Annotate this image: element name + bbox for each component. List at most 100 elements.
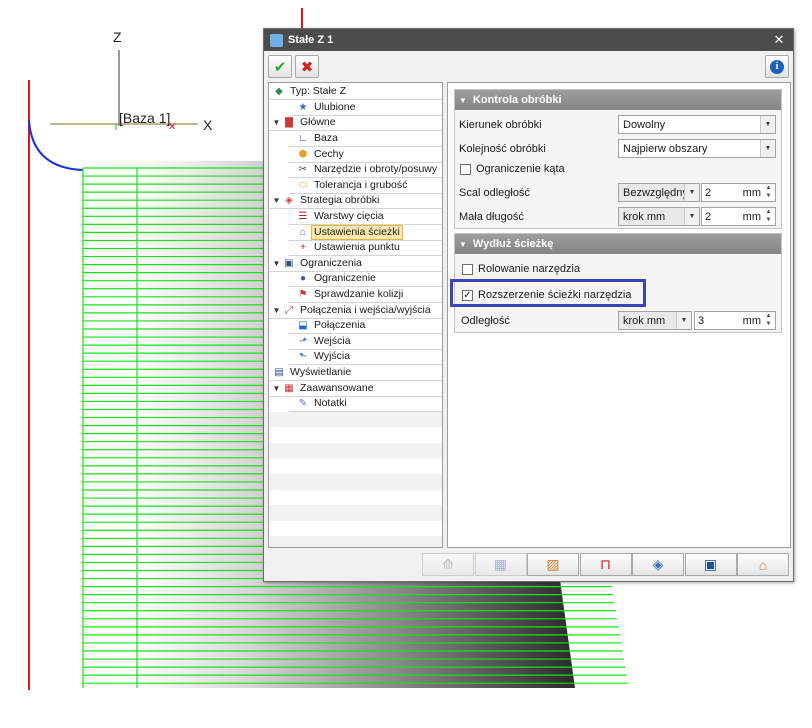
spin-arrows-icon[interactable]: ▲ ▼: [763, 312, 774, 329]
tree-item-limits[interactable]: ▼ ▣ Ograniczenia: [269, 256, 442, 272]
dialog-title: Stałe Z 1: [288, 34, 334, 46]
calculator-button[interactable]: ▦: [474, 553, 527, 576]
tree-item-star[interactable]: ★ Ulubione: [269, 100, 442, 116]
display-icon: ▤: [274, 367, 284, 379]
section-kontrola-header[interactable]: ▼ Kontrola obróbki: [455, 90, 781, 110]
simulate-button[interactable]: ◈: [632, 553, 684, 576]
path-icon: ⊓: [600, 556, 611, 572]
tree-item-label: Ograniczenie: [314, 272, 376, 285]
tree-item-axis[interactable]: ∟ Baza: [269, 131, 442, 147]
expand-caret-icon[interactable]: ▼: [272, 384, 281, 393]
tree-item-display[interactable]: ▤ Wyświetlanie: [269, 365, 442, 381]
kierunek-select[interactable]: Dowolny ▼: [618, 115, 776, 134]
mala-value-input[interactable]: 2 mm ▲ ▼: [701, 207, 776, 226]
tree-item-label: Cechy: [314, 147, 344, 160]
kolejnosc-select[interactable]: Najpierw obszary ▼: [618, 139, 776, 158]
tree-item-label: Wyjścia: [314, 350, 351, 363]
odleglosc-mode-select[interactable]: krok mm ▼: [618, 311, 692, 330]
rolowanie-label: Rolowanie narzędzia: [478, 263, 581, 275]
tree-item-type[interactable]: ◆ Typ: Stałe Z: [269, 84, 442, 100]
expand-caret-icon[interactable]: ▼: [272, 118, 281, 127]
ograniczenie-checkbox[interactable]: [460, 164, 471, 175]
scal-value: 2: [705, 186, 712, 199]
section-wydluz-title: Wydłuż ścieżkę: [472, 238, 554, 250]
rolowanie-checkbox[interactable]: [462, 264, 473, 275]
info-button[interactable]: i: [765, 55, 789, 78]
scal-unit: mm: [742, 186, 761, 199]
chevron-down-icon: ▼: [760, 140, 775, 157]
spin-arrows-icon[interactable]: ▲ ▼: [763, 208, 774, 225]
expand-caret-icon[interactable]: ▼: [272, 259, 281, 268]
features-icon: ⬢: [298, 148, 308, 160]
notes-icon: ✎: [298, 398, 308, 410]
home-button[interactable]: ⌂: [737, 553, 789, 576]
edit-button[interactable]: ▨: [527, 553, 579, 576]
home-icon: ⌂: [758, 556, 768, 573]
tree-item-label: Notatki: [314, 397, 347, 410]
section-kontrola: ▼ Kontrola obróbki Kierunek obróbki Dowo…: [454, 89, 782, 229]
tree-item-label: Zaawansowane: [300, 381, 374, 394]
tree-item-notes[interactable]: ✎ Notatki: [269, 396, 442, 412]
odleglosc-value-input[interactable]: 3 mm ▲ ▼: [694, 311, 776, 330]
tree-item-tool[interactable]: ✂ Narzędzie i obroty/posuwy: [269, 162, 442, 178]
collapse-icon: ▼: [459, 239, 467, 249]
tree-item-tolerance[interactable]: ⬭ Tolerancja i grubość: [269, 178, 442, 194]
tree-item-label: Ulubione: [314, 100, 356, 113]
mala-mode-select[interactable]: krok mm ▼: [618, 207, 700, 226]
odleglosc-value: 3: [698, 314, 705, 327]
kierunek-value: Dowolny: [623, 118, 666, 131]
section-wydluz-header[interactable]: ▼ Wydłuż ścieżkę: [455, 234, 781, 254]
tree-empty-row: [269, 489, 442, 506]
tree-item-label: Warstwy cięcia: [314, 210, 384, 223]
expand-caret-icon[interactable]: ▼: [272, 196, 281, 205]
highlight-box: [450, 279, 646, 307]
tree-item-features[interactable]: ⬢ Cechy: [269, 146, 442, 162]
path-settings-icon: ⌂: [299, 226, 307, 238]
tree-item-label: Sprawdzanie kolizji: [314, 288, 404, 301]
spin-arrows-icon[interactable]: ▲ ▼: [763, 184, 774, 201]
tree-item-link[interactable]: ⬓ Połączenia: [269, 318, 442, 334]
limits-icon: ▣: [284, 257, 294, 269]
tree-item-label: Połączenia: [314, 319, 366, 332]
axis-icon: ∟: [298, 133, 308, 145]
path-button[interactable]: ⊓: [579, 553, 632, 576]
close-icon[interactable]: ✕: [771, 32, 787, 48]
tree-item-main[interactable]: ▼ ▇ Główne: [269, 115, 442, 131]
dialog-titlebar[interactable]: Stałe Z 1 ✕: [264, 29, 793, 51]
collision-icon: ⚑: [298, 289, 308, 301]
tree-item-label: Tolerancja i grubość: [314, 178, 408, 191]
tree-item-label: Połączenia i wejścia/wyjścia: [300, 303, 431, 316]
tree-item-point[interactable]: + Ustawienia punktu: [269, 240, 442, 256]
calculate-button[interactable]: ⟰: [422, 553, 474, 576]
cancel-button[interactable]: ✖: [295, 55, 319, 78]
cross-icon: ✖: [300, 58, 314, 76]
tree-item-label: Strategia obróbki: [300, 194, 380, 207]
tree-item-exit[interactable]: ⬑ Wyjścia: [269, 349, 442, 365]
ok-button[interactable]: ✔: [268, 55, 292, 78]
chevron-down-icon: ▼: [760, 116, 775, 133]
scal-mode-select[interactable]: Bezwzględny ▼: [618, 183, 700, 202]
tree-item-label: Typ: Stałe Z: [290, 85, 347, 98]
expand-caret-icon[interactable]: ▼: [272, 306, 281, 315]
tree-empty-row: [269, 536, 442, 547]
tree-item-entry[interactable]: ⬏ Wejścia: [269, 334, 442, 350]
x-axis-label: X: [203, 117, 213, 133]
tree-item-label: Narzędzie i obroty/posuwy: [314, 163, 438, 176]
base-label: [Baza 1]: [119, 110, 171, 126]
mala-value: 2: [705, 210, 712, 223]
tree-item-path-settings[interactable]: ⌂ Ustawienia ścieżki: [269, 224, 442, 240]
tree-item-advanced[interactable]: ▼ ▦ Zaawansowane: [269, 380, 442, 396]
tree-item-layers[interactable]: ☰ Warstwy cięcia: [269, 209, 442, 225]
tree-item-connections[interactable]: ▼ ⤢ Połączenia i wejścia/wyjścia: [269, 302, 442, 318]
tree-item-strategy[interactable]: ▼ ◈ Strategia obróbki: [269, 193, 442, 209]
tree-item-collision[interactable]: ⚑ Sprawdzanie kolizji: [269, 287, 442, 303]
odleglosc-unit: mm: [742, 314, 761, 327]
tree-item-limit[interactable]: ● Ograniczenie: [269, 271, 442, 287]
scal-value-input[interactable]: 2 mm ▲ ▼: [701, 183, 776, 202]
main-icon: ▇: [285, 117, 293, 129]
save-button[interactable]: ▣: [684, 553, 737, 576]
odleglosc-mode-value: krok mm: [623, 314, 666, 327]
chevron-down-icon: ▼: [676, 312, 691, 329]
chevron-down-icon: ▼: [684, 184, 699, 201]
exit-icon: ⬑: [298, 351, 308, 363]
